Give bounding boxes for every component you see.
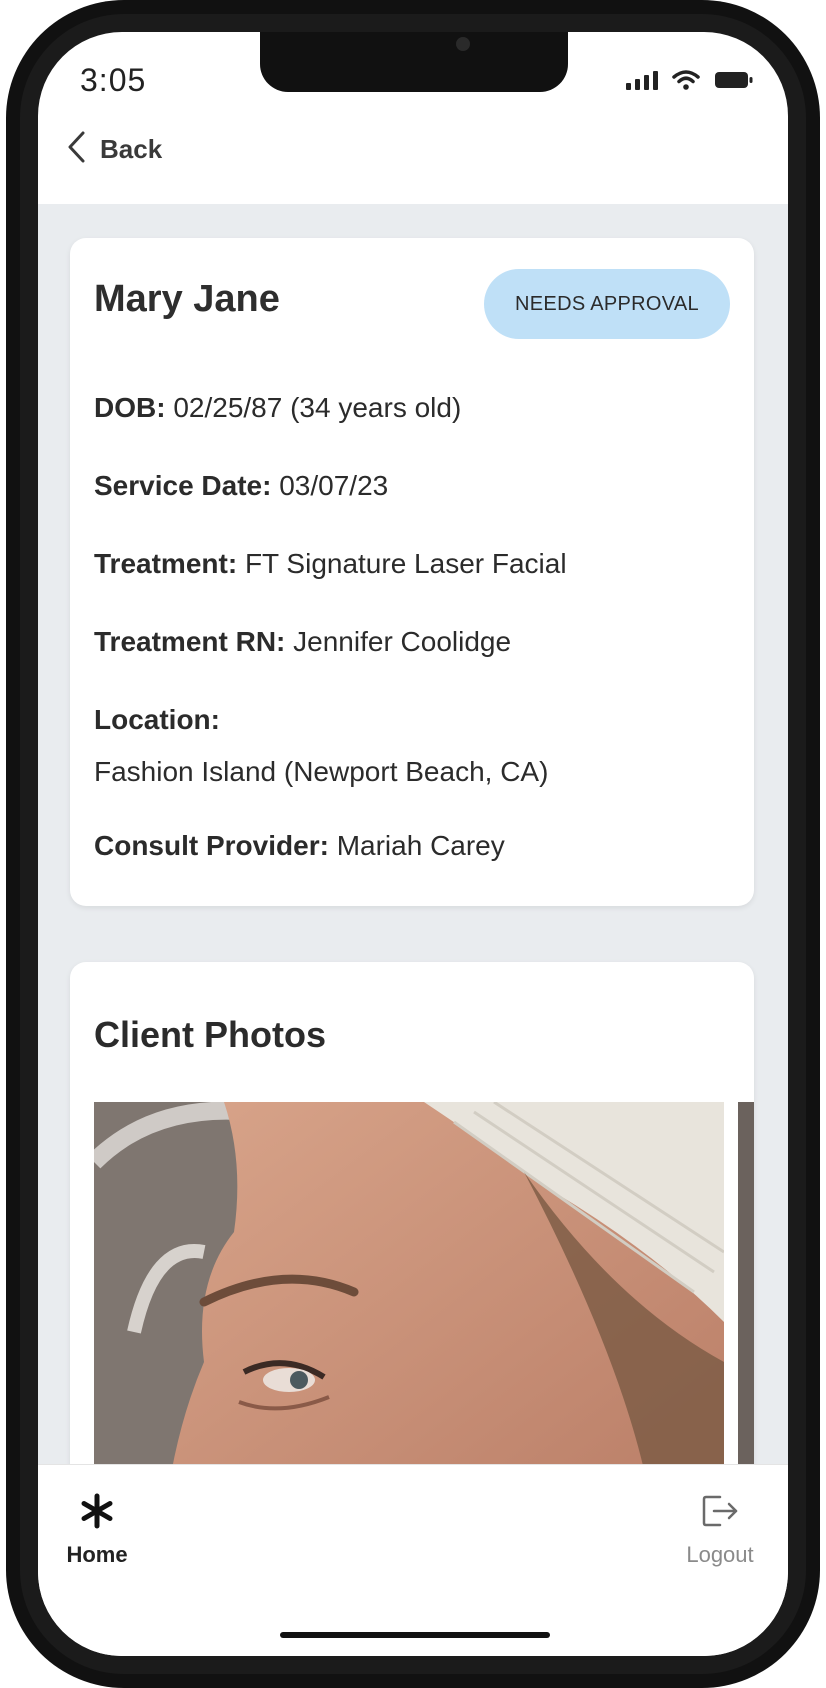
treatment-value: FT Signature Laser Facial [244,548,567,579]
content-area[interactable]: Mary Jane NEEDS APPROVAL DOB: 02/25/87 (… [38,204,788,1522]
treatment-label: Treatment: [94,548,238,579]
consult-provider-value: Mariah Carey [336,830,505,861]
treatment-rn-field: Treatment RN: Jennifer Coolidge [94,626,511,658]
asterisk-home-icon [79,1493,115,1534]
patient-info-card: Mary Jane NEEDS APPROVAL DOB: 02/25/87 (… [70,238,754,906]
notch [260,32,568,92]
logout-icon [700,1493,740,1534]
client-photos-card: Client Photos [70,962,754,1522]
treatment-rn-value: Jennifer Coolidge [293,626,512,657]
chevron-left-icon [66,130,86,169]
phone-screen: 3:05 Back Mary Jane NEEDS APPROVAL DOB: … [38,32,788,1656]
front-camera [456,37,470,51]
back-button[interactable]: Back [66,130,162,169]
status-time: 3:05 [80,62,147,98]
location-value: Fashion Island (Newport Beach, CA) [94,756,549,787]
home-indicator [280,1632,550,1638]
wifi-icon [672,70,700,90]
service-date-value: 03/07/23 [279,470,389,501]
next-photo-peek[interactable] [738,1102,754,1522]
location-value-row: Fashion Island (Newport Beach, CA) [94,756,548,788]
tab-home-label: Home [66,1542,128,1567]
service-date-field: Service Date: 03/07/23 [94,470,388,502]
client-photo[interactable] [94,1102,724,1522]
treatment-rn-label: Treatment RN: [94,626,286,657]
service-date-label: Service Date: [94,470,272,501]
bottom-tab-bar: Home Logout [38,1464,788,1656]
dob-field: DOB: 02/25/87 (34 years old) [94,392,461,424]
tab-home[interactable]: Home [64,1493,130,1568]
tab-logout[interactable]: Logout [680,1493,760,1568]
dob-value: 02/25/87 (34 years old) [173,392,462,423]
consult-provider-label: Consult Provider: [94,830,329,861]
dob-label: DOB: [94,392,166,423]
signal-icon [626,70,658,90]
consult-provider-field: Consult Provider: Mariah Carey [94,830,505,862]
status-icons [626,70,754,90]
tab-logout-label: Logout [686,1542,754,1567]
location-label: Location: [94,704,220,735]
location-label-row: Location: [94,704,220,736]
patient-name: Mary Jane [94,278,280,320]
back-label: Back [100,134,163,164]
status-badge: NEEDS APPROVAL [484,269,730,339]
treatment-field: Treatment: FT Signature Laser Facial [94,548,567,580]
battery-icon [714,70,754,90]
client-photos-title: Client Photos [94,1014,326,1055]
